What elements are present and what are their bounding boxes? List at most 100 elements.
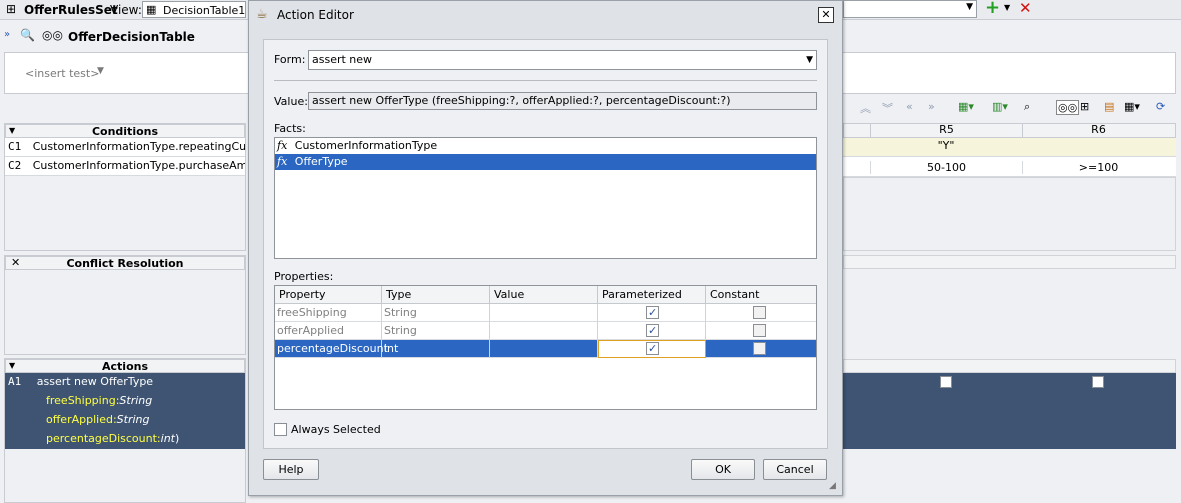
column-header[interactable]: Property — [275, 286, 382, 304]
condition-id: C2 — [8, 159, 22, 172]
rule-cell[interactable]: "Y" — [870, 139, 1022, 152]
insert-row-icon[interactable]: ▥▾ — [992, 100, 1008, 113]
conditions-title: Conditions — [91, 125, 159, 138]
right-dropdown[interactable]: ▼ — [843, 0, 977, 18]
action-checkbox[interactable] — [1092, 376, 1104, 388]
value-text: assert new OfferType (freeShipping:?, of… — [312, 94, 731, 107]
edit-icon[interactable]: ▤ — [1104, 100, 1114, 113]
form-value: assert new — [312, 53, 373, 66]
cancel-button[interactable]: Cancel — [763, 459, 827, 480]
form-select[interactable]: assert new ▼ — [308, 50, 817, 70]
conflict-header: ✕ Conflict Resolution — [5, 256, 245, 270]
move-down-icon[interactable]: ︾ — [882, 100, 893, 116]
property-type[interactable]: String — [382, 304, 490, 322]
property-name[interactable]: freeShipping — [275, 304, 382, 322]
add-icon[interactable]: + — [985, 0, 1000, 18]
rule-column-header[interactable]: R5 — [870, 123, 1022, 138]
property-name[interactable]: percentageDiscount — [275, 340, 388, 358]
grid-icon[interactable]: ▦▾ — [1124, 100, 1140, 113]
action-param-row[interactable]: offerApplied:String — [5, 411, 245, 430]
refresh-icon[interactable]: ⟳ — [1156, 100, 1165, 113]
property-value[interactable] — [490, 322, 598, 340]
property-name[interactable]: offerApplied — [275, 322, 382, 340]
property-value[interactable] — [490, 304, 598, 322]
actions-panel: ▼ Actions A1 assert new OfferType freeSh… — [4, 358, 246, 503]
find-icon[interactable]: ⌕ — [1024, 100, 1030, 114]
condition-row[interactable]: C1 CustomerInformationType.repeatingCust… — [5, 138, 245, 157]
chevron-down-icon[interactable]: ▼ — [97, 66, 104, 76]
rule-cell[interactable]: 50-100 — [870, 161, 1022, 174]
actions-header: ▼ Actions — [5, 359, 245, 373]
action-text: assert new OfferType — [36, 375, 154, 388]
fact-item[interactable]: fx OfferType — [275, 154, 816, 170]
rule-cell[interactable]: >=100 — [1022, 161, 1174, 174]
condition-id: C1 — [8, 140, 22, 153]
column-header[interactable]: Parameterized — [598, 286, 706, 304]
move-right-icon[interactable]: » — [928, 100, 935, 113]
search-icon[interactable]: 🔍 — [20, 28, 35, 42]
action-param-row[interactable]: freeShipping:String — [5, 392, 245, 411]
action-row[interactable]: A1 assert new OfferType — [5, 373, 245, 392]
constant-checkbox[interactable] — [753, 306, 766, 319]
chevron-down-icon[interactable]: ▼ — [9, 124, 15, 137]
column-header[interactable]: Value — [490, 286, 598, 304]
delete-icon[interactable]: ✕ — [1019, 0, 1032, 17]
view-value: DecisionTable1 — [163, 4, 246, 17]
param-type: int — [160, 432, 175, 445]
help-button[interactable]: Help — [263, 459, 319, 480]
parameterized-checkbox[interactable] — [646, 322, 659, 339]
property-type[interactable]: int — [382, 340, 490, 358]
facts-label: Facts: — [274, 122, 306, 135]
view-selector[interactable]: ▦ DecisionTable1 — [142, 1, 246, 18]
parameterized-checkbox[interactable] — [646, 304, 659, 321]
column-header[interactable]: Type — [382, 286, 490, 304]
view-label: View: — [110, 3, 142, 17]
move-left-icon[interactable]: « — [906, 100, 913, 113]
binoculars-icon[interactable]: ◎◎ — [42, 28, 63, 42]
facts-list: fx CustomerInformationType fx OfferType — [274, 137, 817, 259]
param-name: offerApplied — [46, 413, 113, 426]
expand-icon[interactable]: ⊞ — [6, 2, 16, 16]
action-id: A1 — [8, 375, 22, 388]
conditions-header: ▼ Conditions — [5, 124, 245, 138]
close-icon[interactable]: ✕ — [11, 256, 20, 269]
dialog-titlebar: ☕ Action Editor ✕ — [249, 1, 842, 29]
actions-title: Actions — [102, 360, 148, 373]
value-label: Value: — [274, 95, 308, 108]
resize-grip-icon[interactable]: ◢ — [829, 481, 836, 491]
action-checkbox[interactable] — [940, 376, 952, 388]
function-icon: fx — [277, 155, 288, 168]
table-name: OfferDecisionTable — [68, 30, 195, 44]
table-toolbar: » 🔍 ◎◎ OfferDecisionTable — [0, 28, 246, 46]
split-icon[interactable]: ⊞ — [1080, 100, 1089, 113]
dialog-title: Action Editor — [277, 8, 354, 22]
fact-item[interactable]: fx CustomerInformationType — [275, 138, 816, 154]
rule-column-header[interactable]: R6 — [1022, 123, 1174, 138]
property-value[interactable] — [490, 340, 598, 358]
chevron-down-icon[interactable]: ▼ — [9, 359, 15, 372]
condition-row[interactable]: C2 CustomerInformationType.purchaseAmoun… — [5, 157, 245, 176]
form-label: Form: — [274, 53, 306, 66]
java-icon: ☕ — [256, 7, 268, 22]
function-icon: fx — [277, 139, 288, 152]
constant-checkbox[interactable] — [753, 324, 766, 337]
move-up-icon[interactable]: ︽ — [860, 100, 871, 116]
chevron-down-icon[interactable]: ▼ — [1004, 3, 1010, 12]
close-icon[interactable]: ✕ — [818, 7, 834, 23]
always-selected-checkbox[interactable] — [274, 423, 287, 436]
rules-grid: R5 R6 "Y" 50-100 >=100 — [843, 123, 1176, 503]
action-param-row[interactable]: percentageDiscount:int) — [5, 430, 245, 449]
ruleset-title: OfferRulesSet — [24, 3, 118, 17]
insert-test-link[interactable]: <insert test> — [25, 67, 99, 80]
param-name: percentageDiscount — [46, 432, 157, 445]
insert-column-icon[interactable]: ▦▾ — [958, 100, 974, 113]
parameterized-checkbox[interactable] — [646, 340, 659, 357]
collapse-icon[interactable]: » — [4, 29, 10, 40]
binoculars-icon[interactable]: ◎◎ — [1056, 100, 1080, 115]
properties-label: Properties: — [274, 270, 334, 283]
value-field[interactable]: assert new OfferType (freeShipping:?, of… — [308, 92, 817, 110]
ok-button[interactable]: OK — [691, 459, 755, 480]
constant-checkbox[interactable] — [753, 342, 766, 355]
column-header[interactable]: Constant — [706, 286, 816, 304]
property-type[interactable]: String — [382, 322, 490, 340]
